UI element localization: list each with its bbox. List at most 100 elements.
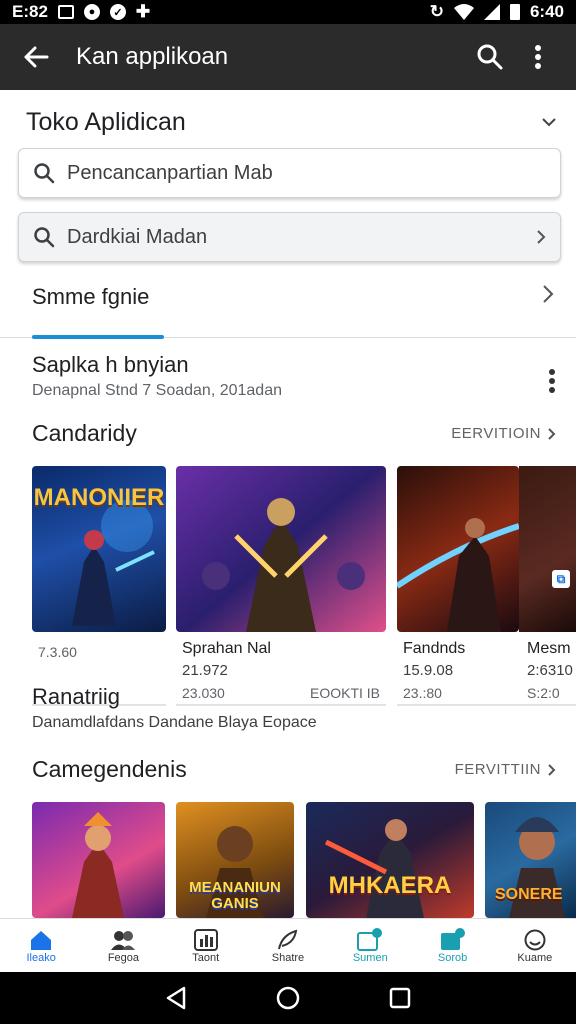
featured-item[interactable]: Saplka h bnyian Denapnal Stnd 7 Soadan, … [32,352,552,400]
nav-item-home[interactable]: Ileako [0,919,82,972]
app-card-title: Sprahan Nal [182,640,271,657]
search-icon [477,44,503,70]
app-notification-icon: ✓ [109,4,126,20]
nav-label: Taont [192,951,220,964]
nav-item-gallery[interactable]: Sorob [411,919,493,972]
bottom-nav: Ileako Fegoa Taont Shatre Sumen Sorob Ku… [0,918,576,972]
plus-icon: ✚ [135,2,151,21]
tab-active[interactable]: Smme fgnie [32,284,149,310]
nav-item-download[interactable]: Sumen [329,919,411,972]
app-card-number: 2:6310 [527,662,573,679]
chevron-right-icon [548,427,556,440]
chevron-right-icon [548,763,556,776]
see-more-link[interactable]: FERVITTIIN [455,761,556,778]
section-title: Candaridy [32,420,137,446]
sync-icon: ↻ [429,2,444,21]
more-vert-icon[interactable] [548,368,556,394]
search-button[interactable] [466,33,514,81]
see-more-label: EERVITIOIN [451,425,541,442]
store-title: Toko Aplidican [26,107,186,136]
game-card-title: SONERE [495,886,563,903]
smiley-icon [522,928,548,952]
image-notification-icon [57,5,74,19]
nav-item-share[interactable]: Shatre [247,919,329,972]
nav-item-people[interactable]: Fegoa [82,919,164,972]
promo-name: Ranatriig [32,684,121,709]
nav-label: Ileako [26,951,56,964]
download-icon [357,927,383,952]
arrow-back-icon [24,46,49,68]
search-input[interactable]: Pencancanpartian Mab [18,148,561,198]
app-bar: Kan applikoan [0,24,576,90]
chevron-right-icon [537,230,546,244]
secondary-search-label: Dardkiai Madan [67,225,208,248]
see-more-link[interactable]: EERVITIOIN [451,425,556,442]
chart-icon [193,928,219,952]
app-card-art: ⧉ [519,466,576,632]
page-title: Kan applikoan [76,43,229,70]
app-card[interactable]: MANONIER 7.3.60 [32,466,166,706]
back-nav-icon[interactable] [165,986,187,1010]
badge-icon: ⧉ [552,570,570,588]
search-placeholder: Pencancanpartian Mab [67,161,273,184]
more-vert-icon [535,45,541,69]
signal-icon [483,4,500,20]
app-card[interactable]: ⧉ Mesm 2:6310 S:2:0 [519,466,576,706]
app-card-title: Mesm [527,640,571,657]
app-card-number: 15.9.08 [403,662,454,679]
recents-nav-icon[interactable] [389,987,411,1009]
people-icon [110,928,136,952]
system-nav-bar [0,972,576,1024]
game-card[interactable]: MHKAERA [306,802,474,918]
app-card[interactable]: Sprahan Nal 21.972 23.030 EOOKTI IB [176,466,386,706]
chevron-down-icon [542,118,556,127]
game-card-title: MEANANIUN GANIS [189,879,281,912]
nav-label: Fegoa [107,951,140,964]
app-card-title: Fandnds [403,640,466,657]
game-card[interactable]: SONERE [485,802,576,918]
featured-subtitle: Denapnal Stnd 7 Soadan, 201adan [32,382,282,399]
battery-icon [509,4,520,20]
app-card-art-title: MANONIER [33,484,165,511]
game-card[interactable]: MEANANIUN GANIS [176,802,294,918]
game-card[interactable] [32,802,165,918]
store-header[interactable]: Toko Aplidican [26,104,556,140]
notification-icon: ● [83,4,100,20]
feather-icon [275,928,301,952]
secondary-search-button[interactable]: Dardkiai Madan [18,212,561,262]
home-nav-icon[interactable] [276,986,300,1010]
nav-item-chart[interactable]: Taont [165,919,247,972]
app-card-art [176,466,386,632]
app-card-number: 21.972 [182,662,228,679]
search-icon [34,227,55,248]
nav-item-profile[interactable]: Kuame [494,919,576,972]
promo-subtitle: Danamdlafdans Dandane Blaya Eopace [32,714,317,731]
section-title: Camegendenis [32,756,187,782]
search-icon [34,163,55,184]
see-more-label: FERVITTIIN [454,761,541,778]
nav-label: Sorob [437,951,468,964]
wifi-icon [453,4,474,20]
gallery-icon [440,927,466,952]
featured-name: Saplka h bnyian [32,352,189,377]
promo-item[interactable]: Ranatriig Danamdlafdans Dandane Blaya Eo… [32,684,552,732]
app-card[interactable]: Fandnds 15.9.08 23.:80 [397,466,519,706]
game-card-title: MHKAERA [328,872,452,899]
back-button[interactable] [14,35,58,79]
nav-label: Sumen [352,951,388,964]
status-time-right: 6:40 [529,2,564,21]
status-bar: E:82 ● ✓ ✚ ↻ 6:40 [0,0,576,24]
overflow-menu-button[interactable] [514,33,562,81]
chevron-right-icon[interactable] [542,284,554,304]
app-card-art [397,466,519,632]
home-icon [28,928,54,952]
app-card-price: 7.3.60 [38,644,77,660]
nav-label: Kuame [517,951,553,964]
tab-indicator [32,335,164,339]
nav-label: Shatre [271,951,305,964]
status-time-left: E:82 [12,2,48,21]
app-card-art: MANONIER [32,466,166,632]
section-header: Camegendenis FERVITTIIN [32,756,556,783]
tab-row: Smme fgnie [0,272,576,339]
section-header: Candaridy EERVITIOIN [32,420,556,447]
